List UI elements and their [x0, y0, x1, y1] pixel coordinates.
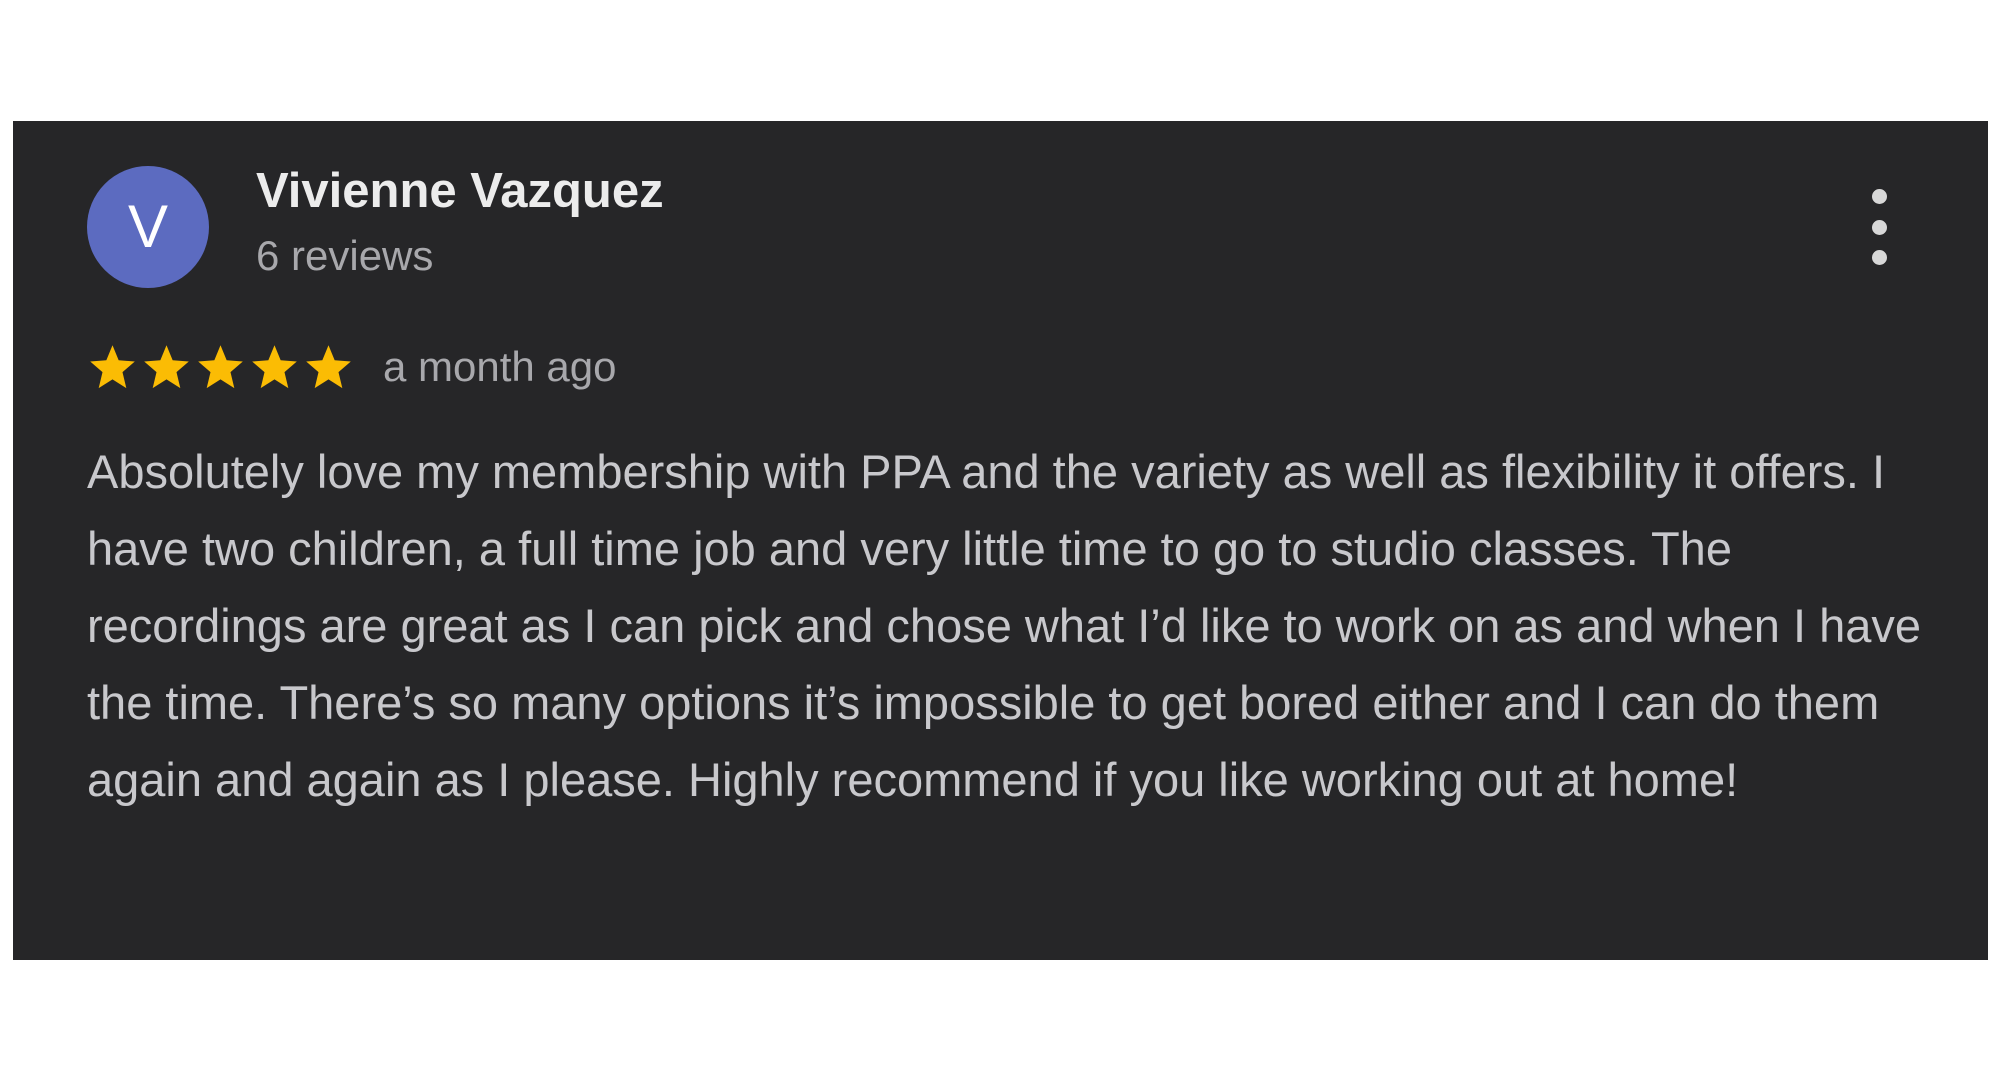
more-dot [1871, 189, 1887, 204]
star-rating [87, 342, 357, 393]
review-card: V Vivienne Vazquez 6 reviews a month ago… [13, 121, 1988, 960]
rating-row: a month ago [87, 337, 617, 397]
more-dot [1871, 219, 1887, 235]
review-count: 6 reviews [256, 232, 434, 279]
star-filled-icon [144, 344, 189, 388]
more-vertical-icon[interactable] [1859, 189, 1899, 265]
star-filled-icon [252, 344, 297, 388]
review-date: a month ago [383, 343, 617, 390]
reviewer-name[interactable]: Vivienne Vazquez [256, 163, 664, 219]
star-filled-icon [198, 344, 243, 388]
star-filled-icon [90, 344, 135, 388]
review-text: Absolutely love my membership with PPA a… [87, 445, 1922, 806]
more-dot [1871, 250, 1887, 265]
avatar[interactable]: V [87, 166, 209, 288]
star-filled-icon [306, 344, 351, 388]
